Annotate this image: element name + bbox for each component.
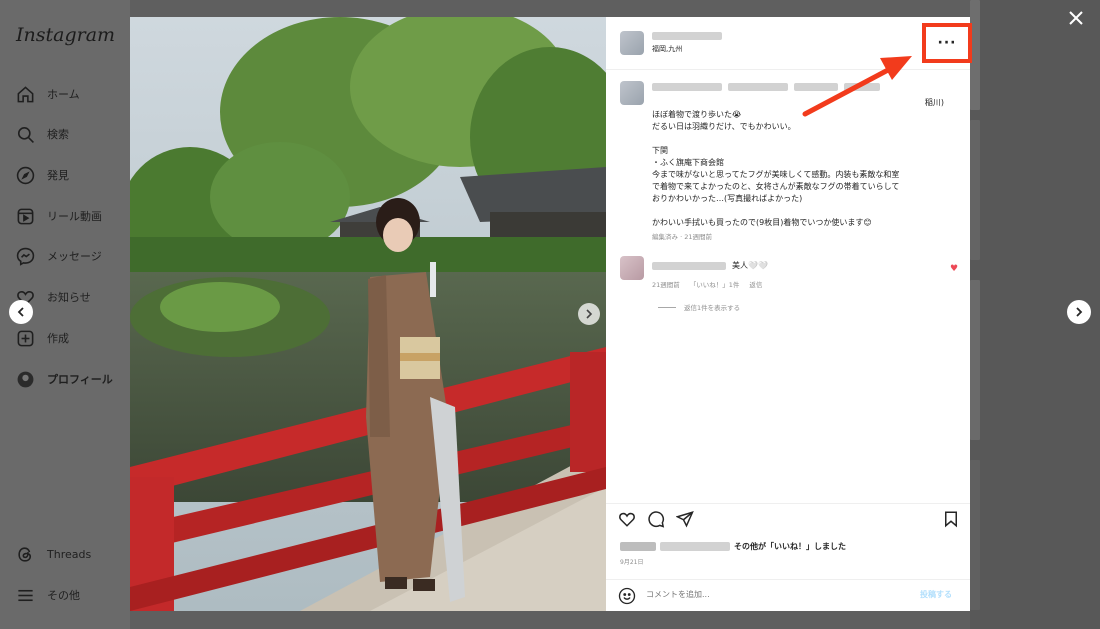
post-location[interactable]: 福岡,九州 [652,44,682,54]
caption-author-avatar[interactable] [620,81,644,105]
previous-post-button[interactable] [9,300,33,324]
caption-line: ほぼ着物で渡り歩いた😭 [652,110,742,119]
plus-square-icon [17,330,34,346]
sidebar-item-label: プロフィール [47,373,113,386]
sidebar-item-label: 作成 [47,332,69,345]
comment-reply-link[interactable]: 返信 [749,279,762,289]
comment-likes-link[interactable]: 「いいね！」1件 [690,279,740,289]
close-icon [1069,11,1083,25]
sidebar-item-threads[interactable]: Threads [16,543,91,565]
post-comment-button[interactable]: 投稿する [920,589,952,600]
menu-icon [18,589,33,601]
chevron-left-icon [17,307,24,317]
sidebar-item-label: その他 [47,589,80,602]
share-send-icon[interactable] [676,510,694,528]
sidebar-item-explore[interactable]: 発見 [16,164,69,186]
divider [658,306,676,308]
post-date: 9月21日 [620,559,644,566]
caption-line: おりかわいかった…(写真撮ればよかった) [652,194,803,203]
sidebar-item-create[interactable]: 作成 [16,327,69,349]
sidebar-item-more[interactable]: その他 [16,584,80,606]
like-heart-icon[interactable] [618,510,636,528]
photo-next-button[interactable] [578,303,600,325]
sidebar-item-label: 検索 [47,128,69,141]
messenger-icon [16,247,35,266]
comment-like-heart-icon[interactable]: ♥ [950,264,958,274]
profile-icon [17,371,34,387]
caption-line: かわいい手拭いも買ったので(9枚目)着物でいつか使います😊 [652,218,872,227]
sidebar-item-label: お知らせ [47,291,91,304]
comment-meta: 21週間前 「いいね！」1件 返信 [652,279,962,289]
comment-bar: 投稿する [606,579,970,611]
sidebar-item-label: リール動画 [47,210,102,223]
more-dots-icon: ··· [937,35,957,51]
caption-line: 稲川) [924,98,944,107]
sidebar-item-search[interactable]: 検索 [16,123,69,145]
post-photo [130,17,606,611]
view-replies-label: 返信1件を表示する [684,304,741,312]
author-username[interactable] [652,32,722,40]
liked-by-text: その他が「いいね！」しました [734,542,846,551]
sidebar-item-label: Threads [47,547,92,561]
chevron-right-icon [1076,307,1083,317]
close-modal-button[interactable] [1069,8,1083,30]
commenter-username[interactable] [652,261,726,270]
sidebar-item-label: メッセージ [47,250,102,263]
view-replies-link[interactable]: 返信1件を表示する [658,302,740,312]
post-header: 福岡,九州 [606,17,970,69]
sidebar-item-messages[interactable]: メッセージ [16,245,102,267]
comment-item: 美人🤍🤍 21週間前 「いいね！」1件 返信 [652,260,962,289]
sidebar-item-reels[interactable]: リール動画 [16,205,102,227]
sidebar-item-profile[interactable]: プロフィール [16,368,113,390]
sidebar-item-label: 発見 [47,169,69,182]
divider [606,69,970,70]
home-icon [17,85,34,102]
caption-meta: 編集済み · 21週間前 [652,233,712,241]
kimono-garden-photo [130,17,606,611]
chevron-right-icon [586,309,593,319]
caption-line: 下関 [652,146,668,155]
caption-line: だるい日は羽織りだけ、でもかわいい。 [652,122,796,131]
next-post-button[interactable] [1067,300,1091,324]
sidebar-item-home[interactable]: ホーム [16,83,80,105]
comment-input[interactable] [646,590,896,599]
commenter-avatar[interactable] [620,256,644,280]
instagram-logo[interactable]: Instagram [16,24,115,46]
bookmark-icon[interactable] [942,510,960,528]
more-options-button[interactable]: ··· [922,23,972,63]
comment-text: 美人🤍🤍 [732,261,768,270]
author-avatar[interactable] [620,31,644,55]
comment-bubble-icon[interactable] [647,510,665,528]
threads-icon [18,546,32,562]
post-detail-panel: 福岡,九州 稲川) ほぼ着物で渡り歩いた😭 だるい日は羽織りだけ、でもかわいい。… [606,17,970,611]
comment-time: 21週間前 [652,281,680,289]
sidebar-item-label: ホーム [47,88,80,101]
liked-by[interactable]: その他が「いいね！」しました [620,541,846,552]
search-icon [17,126,34,143]
caption-header-blur [652,83,880,91]
caption-gap [652,133,952,145]
reels-icon [17,208,34,224]
caption-line: 今まで味がないと思ってたフグが美味しくて感動。内装も素敵な和室 [652,170,900,179]
post-caption: 稲川) ほぼ着物で渡り歩いた😭 だるい日は羽織りだけ、でもかわいい。 下関 ・ふ… [652,97,952,243]
caption-line: ・ふく旗庵下商会館 [652,158,724,167]
caption-line: で着物で来てよかったのと、女将さんが素敵なフグの帯着ていらして [652,182,900,191]
caption-gap [652,205,952,217]
emoji-icon[interactable] [618,587,636,605]
compass-icon [16,166,35,184]
